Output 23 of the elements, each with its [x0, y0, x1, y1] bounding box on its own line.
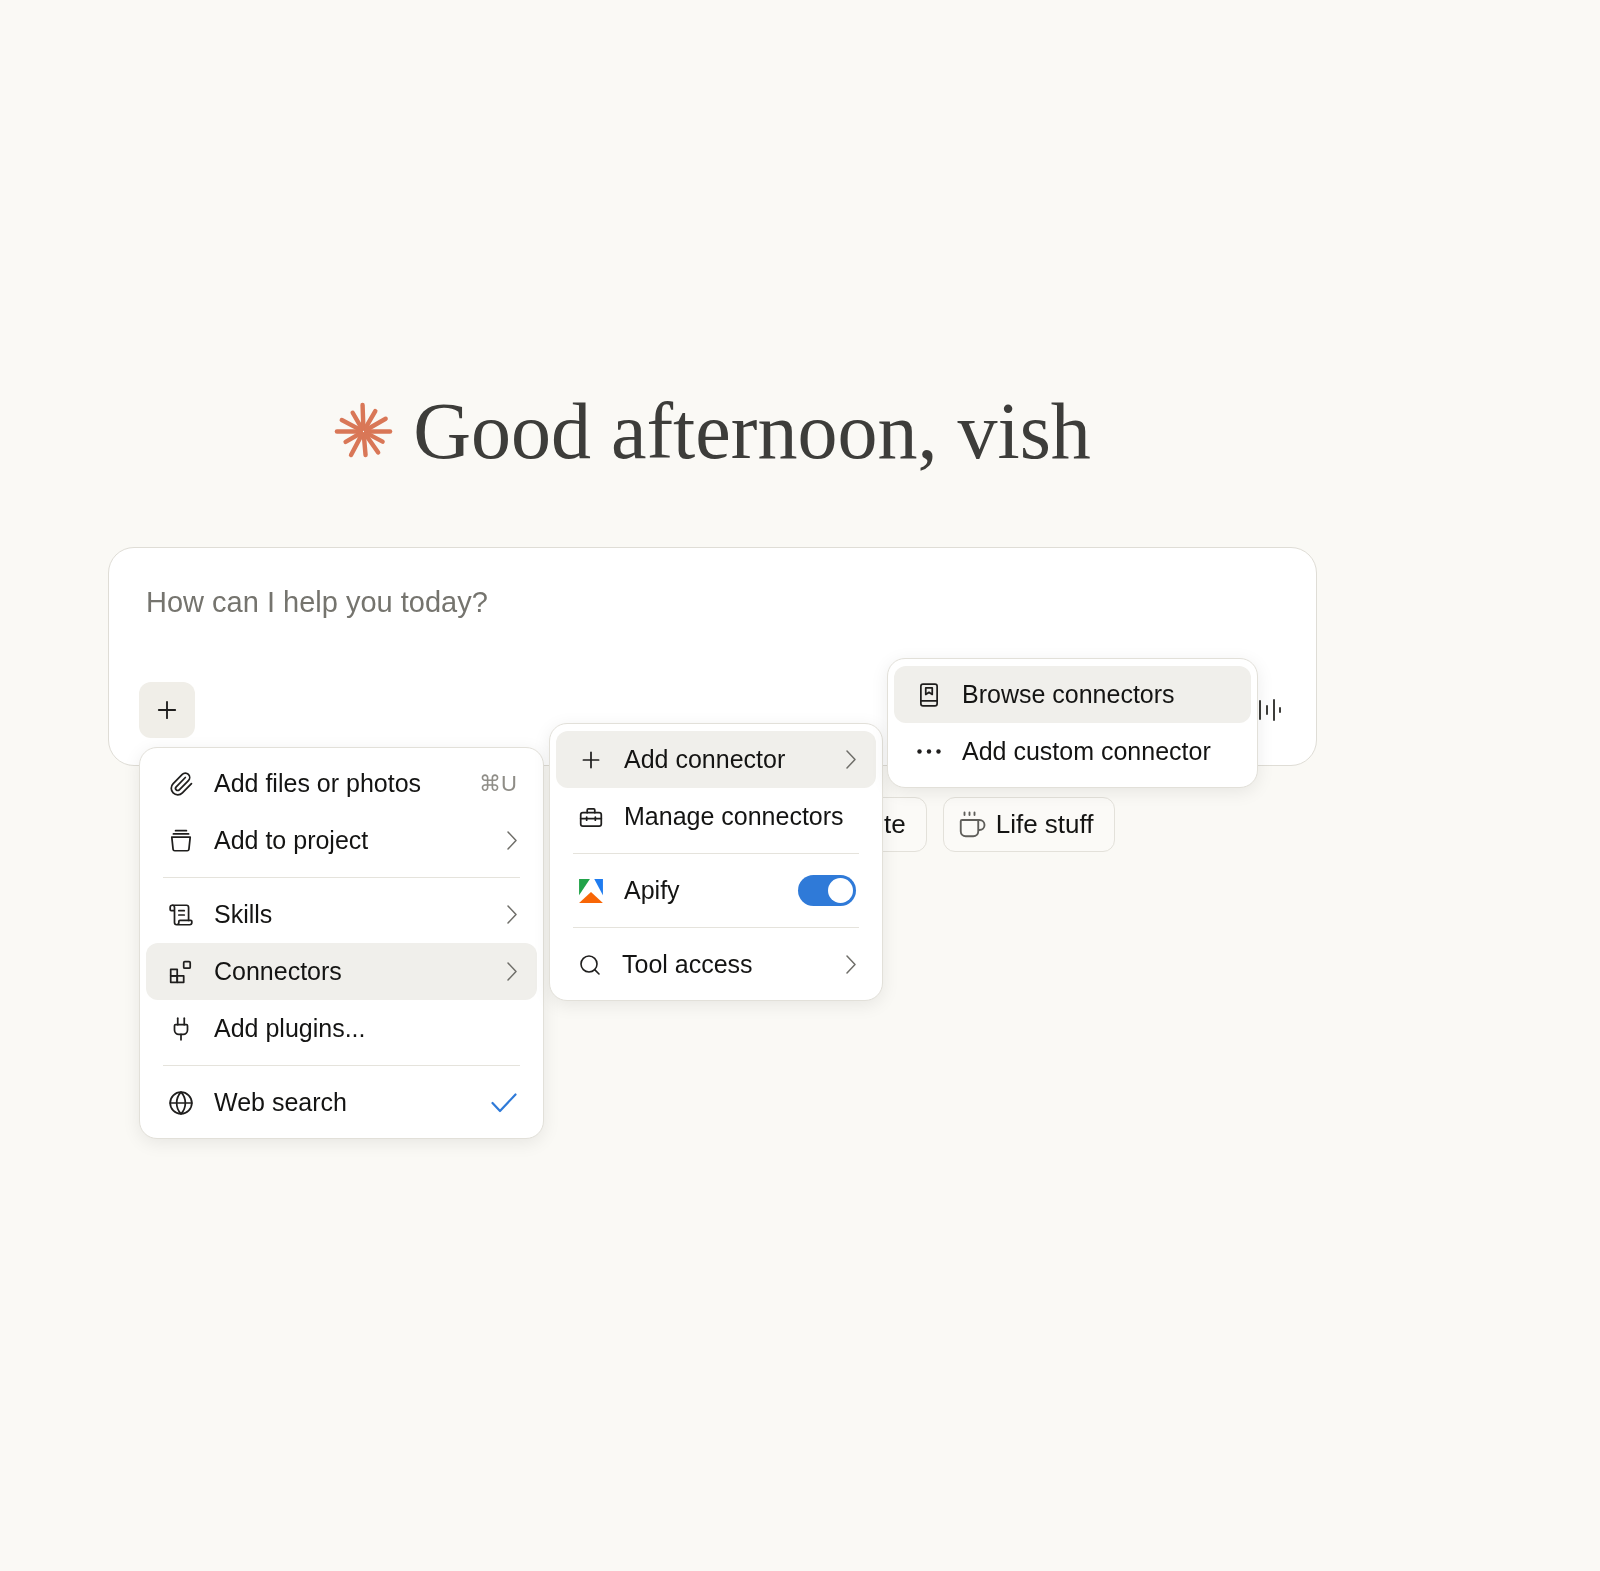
chevron-right-icon [507, 905, 517, 924]
waveform-icon[interactable] [1258, 698, 1282, 722]
menu-item[interactable]: Connectors [146, 943, 537, 1000]
apify-logo-icon [578, 877, 604, 904]
chevron-right-icon [507, 831, 517, 850]
paperclip-icon [168, 770, 194, 797]
suggestion-chip[interactable]: Life stuff [942, 797, 1115, 852]
box-icon [168, 827, 194, 854]
menu-item[interactable]: Add connector [556, 731, 876, 788]
search-icon [578, 952, 602, 977]
chevron-right-icon [507, 962, 517, 981]
chevron-right-icon [846, 955, 856, 974]
chevron-right-icon [846, 750, 856, 769]
toggle-switch[interactable] [798, 875, 856, 906]
ellipsis-icon [917, 749, 941, 754]
keyboard-shortcut: ⌘U [479, 770, 517, 798]
menu-item[interactable]: Browse connectors [894, 666, 1251, 723]
scroll-icon [168, 901, 194, 928]
greeting-heading: Good afternoon, vish [413, 391, 1091, 471]
globe-icon [168, 1089, 194, 1116]
blocks-icon [168, 958, 194, 985]
add-button[interactable] [139, 682, 195, 738]
message-input[interactable]: How can I help you today? [146, 583, 846, 623]
